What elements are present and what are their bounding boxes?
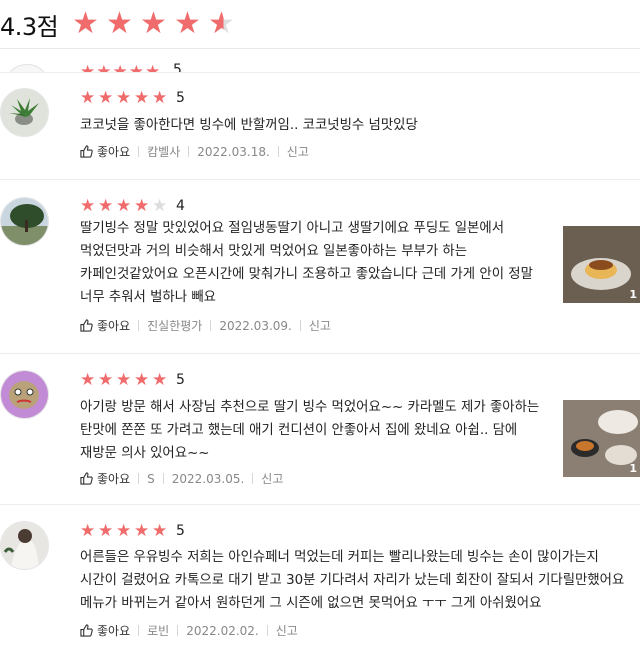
review-meta: 좋아요 S 2022.03.05. 신고 xyxy=(80,470,283,487)
review-text: 딸기빙수 정말 맛있었어요 절임냉동딸기 아니고 생딸기에요 푸딩도 일본에서 … xyxy=(80,221,533,305)
divider xyxy=(138,473,140,484)
review-item-partial: ★★★★★ 5 xyxy=(0,48,640,73)
like-button[interactable]: 좋아요 xyxy=(80,317,130,334)
star-icon: ★ xyxy=(80,88,96,108)
review-score: 5 xyxy=(176,372,185,388)
thumbs-up-icon xyxy=(80,624,93,637)
star-icon: ★ xyxy=(98,88,114,108)
review-meta: 좋아요 로빈 2022.02.02. 신고 xyxy=(80,622,298,639)
photo-count: 1 xyxy=(629,288,637,301)
like-label: 좋아요 xyxy=(97,624,131,638)
review-score: 5 xyxy=(176,523,185,539)
review-text: 어른들은 우유빙수 저희는 아인슈페너 먹었는데 커피는 빨리나왔는데 빙수는 … xyxy=(80,550,625,611)
star-rating: ★★★★★ xyxy=(80,62,162,73)
divider xyxy=(266,625,268,636)
divider xyxy=(252,473,254,484)
divider xyxy=(162,473,164,484)
star-icon: ★ xyxy=(116,88,132,108)
like-label: 좋아요 xyxy=(97,472,131,486)
star-icon: ★ xyxy=(80,370,96,390)
half-star-icon: ★ xyxy=(208,7,242,41)
report-link[interactable]: 신고 xyxy=(309,317,331,334)
star-icon: ★ xyxy=(116,196,132,216)
star-icon: ★ xyxy=(72,6,99,41)
star-icon: ★ xyxy=(140,6,167,41)
review-meta: 좋아요 캄벨사 2022.03.18. 신고 xyxy=(80,143,309,160)
wedding-photo-avatar-icon[interactable] xyxy=(0,521,49,570)
average-star-rating: ★ ★ ★ ★ ★ xyxy=(72,7,242,41)
cartoon-face-avatar-icon[interactable] xyxy=(0,370,49,419)
review-item: ★ ★ ★ ★ ★ 5 아기랑 방문 해서 사장님 추천으로 딸기 빙수 먹었어요~~ … xyxy=(0,354,640,505)
review-score: 5 xyxy=(173,62,182,73)
star-icon: ★ xyxy=(106,6,133,41)
star-icon: ★ xyxy=(116,521,132,541)
review-author[interactable]: S xyxy=(147,472,155,486)
divider xyxy=(188,146,190,157)
avatar xyxy=(4,64,50,72)
review-item: ★ ★ ★ ★ ★ 4 딸기빙수 정말 맛있었어요 절임냉동딸기 아니고 생딸기에요 푸… xyxy=(0,180,640,354)
rating-summary: 4.3점 ★ ★ ★ ★ ★ xyxy=(0,0,640,49)
like-label: 좋아요 xyxy=(97,319,131,333)
divider xyxy=(177,625,179,636)
report-link[interactable]: 신고 xyxy=(261,470,283,487)
star-rating: ★ ★ ★ ★ ★ 5 xyxy=(80,371,185,389)
review-photo[interactable]: 1 xyxy=(563,400,640,477)
star-icon: ★ xyxy=(134,196,150,216)
average-rating: 4.3점 xyxy=(0,13,59,41)
review-author[interactable]: 진실한평가 xyxy=(147,317,202,334)
review-author[interactable]: 캄벨사 xyxy=(147,143,180,160)
star-icon: ★ xyxy=(152,521,168,541)
divider xyxy=(138,625,140,636)
star-icon: ★ xyxy=(134,521,150,541)
like-button[interactable]: 좋아요 xyxy=(80,622,130,639)
review-date: 2022.02.02. xyxy=(186,623,259,638)
divider xyxy=(210,320,212,331)
review-score: 4 xyxy=(176,198,185,214)
star-icon: ★ xyxy=(116,370,132,390)
thumbs-up-icon xyxy=(80,145,93,158)
star-icon: ★ xyxy=(98,521,114,541)
review-date: 2022.03.05. xyxy=(171,471,245,486)
star-icon: ★ xyxy=(174,6,201,41)
like-label: 좋아요 xyxy=(97,145,131,159)
plant-avatar-icon[interactable] xyxy=(0,88,49,137)
thumbs-up-icon xyxy=(80,319,93,332)
star-icon: ★ xyxy=(80,196,96,216)
star-icon: ★ xyxy=(98,370,114,390)
thumbs-up-icon xyxy=(80,472,93,485)
divider xyxy=(299,320,301,331)
review-item: ★ ★ ★ ★ ★ 5 어른들은 우유빙수 저희는 아인슈페너 먹었는데 커피는 빨리나… xyxy=(0,505,640,657)
star-icon: ★ xyxy=(98,196,114,216)
review-item: ★ ★ ★ ★ ★ 5 코코넛을 좋아한다면 빙수에 반할꺼임.. 코코넛빙수 넘맛있당… xyxy=(0,73,640,180)
star-icon: ★ xyxy=(152,88,168,108)
report-link[interactable]: 신고 xyxy=(276,622,298,639)
tree-avatar-icon[interactable] xyxy=(0,197,49,246)
review-score: 5 xyxy=(176,90,185,106)
divider xyxy=(277,146,279,157)
star-icon: ★ xyxy=(134,88,150,108)
review-meta: 좋아요 진실한평가 2022.03.09. 신고 xyxy=(80,317,331,334)
photo-count: 1 xyxy=(629,462,637,475)
divider xyxy=(138,320,140,331)
review-text: 코코넛을 좋아한다면 빙수에 반할꺼임.. 코코넛빙수 넘맛있당 xyxy=(80,118,418,133)
divider xyxy=(138,146,140,157)
review-date: 2022.03.18. xyxy=(197,144,270,159)
star-icon: ★ xyxy=(134,370,150,390)
star-rating: ★ ★ ★ ★ ★ 4 xyxy=(80,197,185,215)
star-empty-icon: ★ xyxy=(152,196,168,216)
like-button[interactable]: 좋아요 xyxy=(80,143,130,160)
star-icon: ★ xyxy=(80,521,96,541)
review-text: 아기랑 방문 해서 사장님 추천으로 딸기 빙수 먹었어요~~ 카라멜도 제가 … xyxy=(80,400,540,461)
review-date: 2022.03.09. xyxy=(219,318,292,333)
report-link[interactable]: 신고 xyxy=(287,143,309,160)
star-rating: ★ ★ ★ ★ ★ 5 xyxy=(80,89,185,107)
review-photo[interactable]: 1 xyxy=(563,226,640,303)
like-button[interactable]: 좋아요 xyxy=(80,470,130,487)
review-author[interactable]: 로빈 xyxy=(147,622,169,639)
star-icon: ★ xyxy=(152,370,168,390)
star-rating: ★ ★ ★ ★ ★ 5 xyxy=(80,522,185,540)
